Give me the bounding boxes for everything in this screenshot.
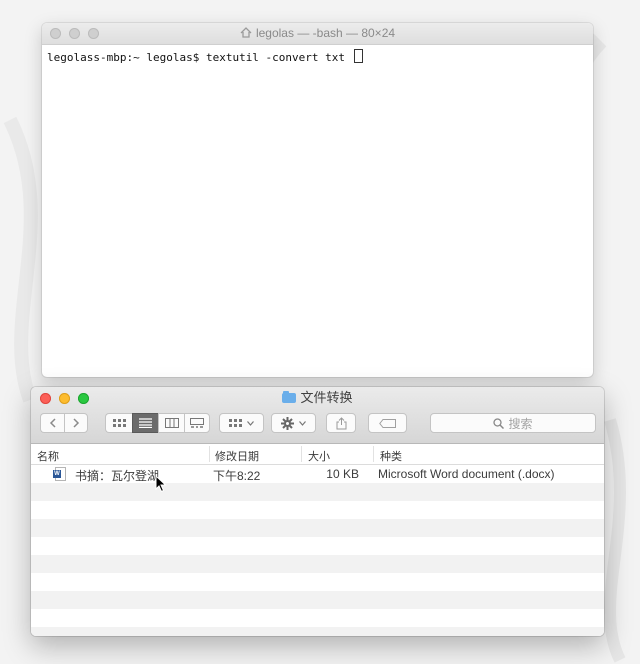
column-divider[interactable] [209, 446, 210, 462]
column-header-kind[interactable]: 种类 [380, 448, 402, 464]
share-button[interactable] [326, 413, 356, 433]
icon-view-button[interactable] [105, 413, 132, 433]
terminal-content[interactable]: legolass-mbp:~ legolas$ textutil -conver… [42, 45, 593, 68]
chevron-down-icon [299, 420, 306, 426]
grid-icon [112, 418, 126, 427]
terminal-window[interactable]: legolas — -bash — 80×24 legolass-mbp:~ l… [42, 23, 593, 377]
view-mode-buttons [105, 413, 210, 433]
empty-row [31, 537, 604, 555]
empty-row [31, 501, 604, 519]
mouse-pointer-icon [155, 475, 167, 493]
file-kind: Microsoft Word document (.docx) [378, 467, 555, 481]
column-divider[interactable] [373, 446, 374, 462]
chevron-down-icon [247, 420, 254, 426]
column-header-size[interactable]: 大小 [308, 448, 330, 464]
terminal-title: legolas — -bash — 80×24 [255, 26, 396, 40]
navigation-buttons [40, 413, 88, 433]
terminal-window-controls [50, 28, 99, 39]
home-icon [240, 24, 252, 45]
empty-row [31, 591, 604, 609]
gear-icon [281, 416, 294, 430]
empty-row [31, 483, 604, 501]
gallery-icon [190, 418, 204, 428]
search-placeholder: 搜索 [508, 416, 533, 431]
column-headers: 名称 修改日期 大小 种类 [31, 444, 604, 465]
file-modified: 下午8:22 [213, 469, 261, 483]
column-divider[interactable] [301, 446, 302, 462]
action-button[interactable] [271, 413, 316, 433]
search-field[interactable]: 搜索 [430, 413, 596, 433]
tag-icon [378, 418, 396, 428]
close-button[interactable] [50, 28, 61, 39]
terminal-titlebar[interactable]: legolas — -bash — 80×24 [42, 23, 593, 45]
empty-row [31, 555, 604, 573]
finder-window[interactable]: 文件转换 搜索 名称 修改日期 大小 种类 W 书摘：瓦尔登湖 下午8:22 1… [31, 387, 604, 636]
minimize-button[interactable] [69, 28, 80, 39]
search-icon [493, 417, 505, 429]
group-by-button[interactable] [219, 413, 264, 433]
empty-row [31, 519, 604, 537]
column-view-button[interactable] [158, 413, 184, 433]
empty-row [31, 627, 604, 636]
empty-row [31, 609, 604, 627]
file-row[interactable]: 书摘：瓦尔登湖 下午8:22 10 KB Microsoft Word docu… [31, 465, 604, 483]
share-icon [336, 416, 346, 429]
command-text: textutil -convert txt [205, 51, 346, 64]
column-header-modified[interactable]: 修改日期 [215, 448, 259, 464]
window-title-text: 文件转换 [300, 390, 353, 405]
file-list: 书摘：瓦尔登湖 下午8:22 10 KB Microsoft Word docu… [31, 465, 604, 636]
zoom-button[interactable] [88, 28, 99, 39]
tags-button[interactable] [368, 413, 407, 433]
empty-row [31, 573, 604, 591]
back-button[interactable] [40, 413, 64, 433]
forward-button[interactable] [64, 413, 88, 433]
columns-icon [164, 418, 179, 428]
group-grid-icon [229, 418, 242, 427]
file-name: 书摘：瓦尔登湖 [75, 469, 160, 483]
file-size: 10 KB [326, 467, 359, 481]
list-icon [139, 418, 152, 428]
chevron-right-icon [73, 418, 80, 428]
window-title: 文件转换 [31, 390, 604, 406]
folder-icon [282, 391, 297, 403]
word-document-icon [53, 467, 66, 481]
list-view-button[interactable] [132, 413, 158, 433]
gallery-view-button[interactable] [184, 413, 210, 433]
column-header-name[interactable]: 名称 [37, 448, 59, 464]
finder-toolbar[interactable]: 文件转换 搜索 [31, 387, 604, 444]
chevron-left-icon [49, 418, 56, 428]
shell-prompt: legolass-mbp:~ legolas$ [47, 51, 206, 64]
text-cursor [353, 49, 363, 63]
